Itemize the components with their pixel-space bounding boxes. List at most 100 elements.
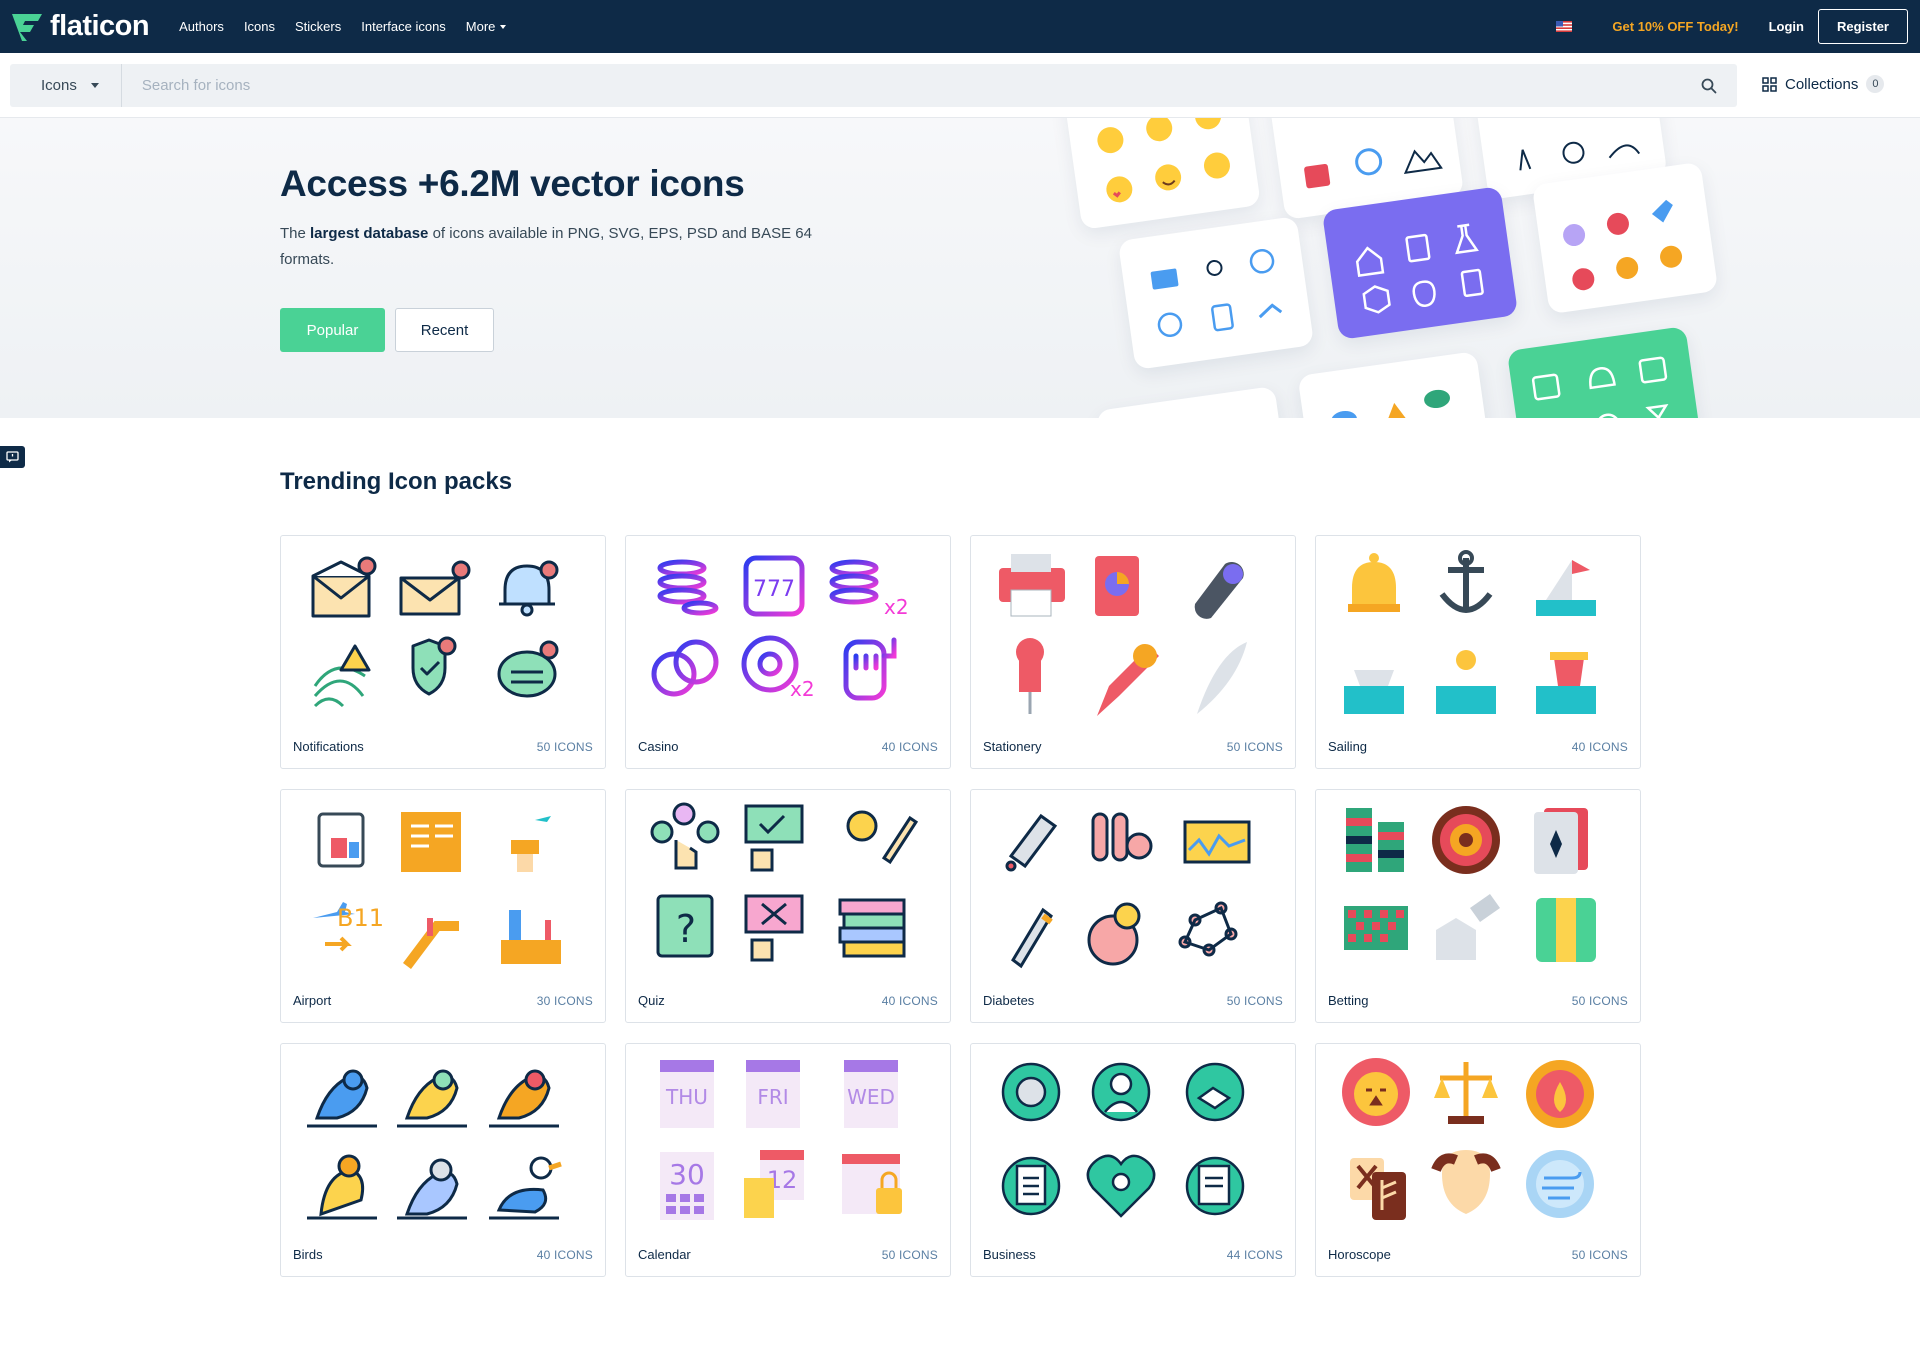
nav-more-dropdown[interactable]: More — [466, 19, 507, 34]
nav-authors[interactable]: Authors — [179, 19, 224, 34]
hero-description: The largest database of icons available … — [280, 221, 840, 273]
hero-desc-bold: largest database — [310, 225, 429, 242]
svg-text:30: 30 — [669, 1158, 705, 1191]
pack-card-quiz[interactable]: ? Quiz 40 ICONS — [625, 789, 951, 1023]
green-tile — [1506, 326, 1704, 418]
pack-card-calendar[interactable]: THU FRI WED 30 12 Calendar 50 ICONS — [625, 1043, 951, 1277]
airport-icons: B11 — [313, 812, 561, 969]
pack-preview-stationery — [985, 546, 1283, 736]
search-input[interactable] — [121, 64, 1689, 107]
purple-tile — [1321, 186, 1519, 340]
us-flag-icon[interactable] — [1556, 21, 1573, 32]
pack-card-notifications[interactable]: Notifications 50 ICONS — [280, 535, 606, 769]
pack-name: Horoscope — [1328, 1247, 1391, 1262]
recent-button[interactable]: Recent — [395, 308, 494, 352]
pack-card-betting[interactable]: Betting 50 ICONS — [1315, 789, 1641, 1023]
pack-count: 30 ICONS — [536, 994, 593, 1008]
svg-text:x2: x2 — [884, 595, 909, 619]
pack-card-diabetes[interactable]: Diabetes 50 ICONS — [970, 789, 1296, 1023]
pack-count: 50 ICONS — [536, 740, 593, 754]
feedback-button[interactable] — [0, 446, 25, 468]
grid-icon — [1762, 76, 1777, 92]
nature-icons — [1096, 386, 1283, 418]
popular-button[interactable]: Popular — [280, 308, 385, 352]
caret-down-icon — [90, 83, 99, 88]
svg-text:FRI: FRI — [757, 1085, 788, 1109]
pack-name: Birds — [293, 1247, 323, 1262]
chevron-down-icon — [500, 24, 507, 29]
pack-count: 50 ICONS — [1226, 740, 1283, 754]
pack-count: 50 ICONS — [1571, 994, 1628, 1008]
logistics-icons — [1150, 249, 1283, 337]
stationery-icons — [999, 554, 1247, 716]
register-button[interactable]: Register — [1817, 9, 1908, 44]
pack-card-airport[interactable]: B11 Airport 30 ICONS — [280, 789, 606, 1023]
games-icons — [1563, 199, 1683, 291]
flaticon-logo[interactable]: flaticon — [10, 10, 150, 43]
pack-preview-business — [985, 1054, 1283, 1244]
nature-tile — [1095, 385, 1289, 418]
pack-count: 50 ICONS — [1226, 994, 1283, 1008]
svg-text:777: 777 — [753, 577, 795, 602]
pack-count: 40 ICONS — [536, 1248, 593, 1262]
pack-card-business[interactable]: Business 44 ICONS — [970, 1043, 1296, 1277]
pack-card-stationery[interactable]: Stationery 50 ICONS — [970, 535, 1296, 769]
nav-right: Get 10% OFF Today! Login Register — [1556, 0, 1908, 53]
login-link[interactable]: Login — [1769, 19, 1804, 34]
icon-pack-grid: Notifications 50 ICONS 777 x2 x2 Casino … — [280, 535, 1641, 1277]
pack-card-casino[interactable]: 777 x2 x2 Casino 40 ICONS — [625, 535, 951, 769]
pack-preview-sailing — [1330, 546, 1628, 736]
pack-name: Notifications — [293, 739, 364, 754]
weather-tile — [1297, 351, 1493, 418]
pack-card-sailing[interactable]: Sailing 40 ICONS — [1315, 535, 1641, 769]
nav-stickers[interactable]: Stickers — [295, 19, 341, 34]
sailing-icons — [1344, 550, 1596, 714]
pack-name: Stationery — [983, 739, 1042, 754]
pack-name: Calendar — [638, 1247, 691, 1262]
main-menu: Authors Icons Stickers Interface icons M… — [179, 19, 526, 34]
diabetes-icons — [1005, 812, 1251, 969]
pack-name: Sailing — [1328, 739, 1368, 754]
pack-preview-quiz: ? — [640, 800, 938, 990]
games-tile — [1531, 161, 1719, 315]
weather-icons — [1331, 389, 1450, 418]
pack-preview-casino: 777 x2 x2 — [640, 546, 938, 736]
pack-preview-diabetes — [985, 800, 1283, 990]
pack-count: 40 ICONS — [881, 740, 938, 754]
svg-text:WED: WED — [847, 1085, 895, 1109]
nav-icons[interactable]: Icons — [244, 19, 275, 34]
pack-card-horoscope[interactable]: Horoscope 50 ICONS — [1315, 1043, 1641, 1277]
promo-link[interactable]: Get 10% OFF Today! — [1612, 19, 1738, 34]
quiz-icons: ? — [650, 802, 919, 962]
pack-card-birds[interactable]: Birds 40 ICONS — [280, 1043, 606, 1277]
flaticon-logo-icon — [12, 13, 42, 41]
search-row: Icons Collections 0 — [0, 53, 1920, 118]
collections-button[interactable]: Collections 0 — [1762, 75, 1885, 93]
pack-count: 40 ICONS — [881, 994, 938, 1008]
hero-desc-pre: The — [280, 225, 311, 242]
nav-more-label: More — [465, 19, 496, 34]
pack-count: 50 ICONS — [881, 1248, 938, 1262]
pack-name: Betting — [1328, 993, 1369, 1008]
svg-text:B11: B11 — [337, 904, 384, 932]
collections-count-badge: 0 — [1866, 75, 1885, 93]
search-icon — [1701, 78, 1717, 93]
pack-name: Diabetes — [983, 993, 1035, 1008]
emoji-tile — [1063, 118, 1261, 230]
search-type-dropdown[interactable]: Icons — [10, 64, 122, 107]
pack-count: 50 ICONS — [1571, 1248, 1628, 1262]
pack-name: Casino — [638, 739, 679, 754]
search-button[interactable] — [1689, 64, 1729, 107]
pack-preview-airport: B11 — [295, 800, 593, 990]
logistics-tile — [1117, 216, 1315, 370]
hero-title: Access +6.2M vector icons — [280, 163, 745, 204]
education-icons — [1355, 223, 1484, 314]
pack-count: 44 ICONS — [1226, 1248, 1283, 1262]
pack-name: Airport — [293, 993, 332, 1008]
nav-interface-icons[interactable]: Interface icons — [361, 19, 446, 34]
pack-preview-calendar: THU FRI WED 30 12 — [640, 1054, 938, 1244]
notification-icons — [311, 556, 559, 708]
trending-title: Trending Icon packs — [280, 468, 513, 495]
logo-text: flaticon — [50, 10, 150, 42]
pack-preview-birds — [295, 1054, 593, 1244]
